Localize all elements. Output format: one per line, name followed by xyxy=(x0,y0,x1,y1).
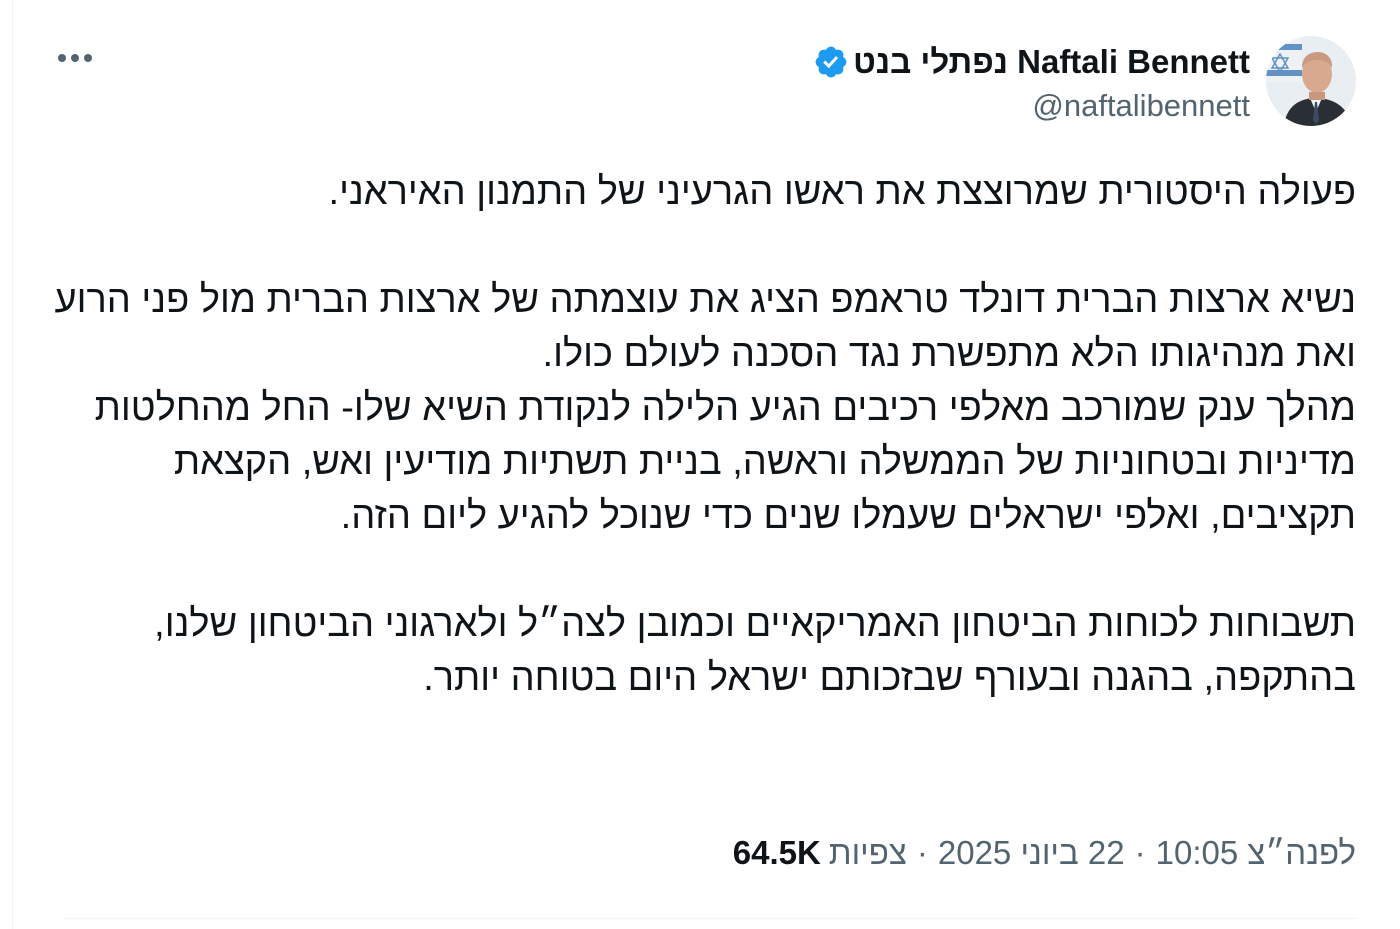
verified-badge-icon[interactable] xyxy=(813,44,849,80)
tweet-meta: לפנה״צ 10:05 · 22 ביוני 2025 · צפיות 64.… xyxy=(733,834,1356,872)
author-display-name[interactable]: נפתלי בנט Naftali Bennett xyxy=(853,43,1250,81)
tweet-time[interactable]: לפנה״צ 10:05 xyxy=(1156,834,1356,872)
meta-separator: · xyxy=(1134,834,1146,871)
avatar[interactable] xyxy=(1266,36,1356,126)
more-options-button[interactable] xyxy=(53,40,97,76)
tweet-text: פעולה היסטורית שמרוצצת את ראשו הגרעיני ש… xyxy=(46,165,1357,705)
author-handle[interactable]: @naftalibennett xyxy=(1032,88,1250,124)
tweet-paragraph: פעולה היסטורית שמרוצצת את ראשו הגרעיני ש… xyxy=(328,171,1356,213)
tweet-header: נפתלי בנט Naftali Bennett @naftalibennet… xyxy=(813,36,1356,132)
author-names: נפתלי בנט Naftali Bennett @naftalibennet… xyxy=(813,36,1250,124)
meta-separator: · xyxy=(916,834,928,871)
divider xyxy=(63,918,1356,919)
tweet-paragraph: נשיא ארצות הברית דונלד טראמפ הציג את עוצ… xyxy=(54,279,1357,375)
views-count: 64.5K xyxy=(732,834,821,871)
views-label: צפיות xyxy=(828,834,907,871)
tweet-paragraph: מהלך ענק שמורכב מאלפי רכיבים הגיע הלילה … xyxy=(94,387,1356,537)
name-row: נפתלי בנט Naftali Bennett xyxy=(813,40,1250,84)
tweet-date[interactable]: 22 ביוני 2025 xyxy=(938,834,1125,872)
tweet-paragraph: תשבוחות לכוחות הביטחון האמריקאיים וכמובן… xyxy=(154,603,1356,699)
ellipsis-icon xyxy=(58,54,92,62)
avatar-image xyxy=(1266,36,1356,126)
tweet-card: נפתלי בנט Naftali Bennett @naftalibennet… xyxy=(12,0,1400,929)
